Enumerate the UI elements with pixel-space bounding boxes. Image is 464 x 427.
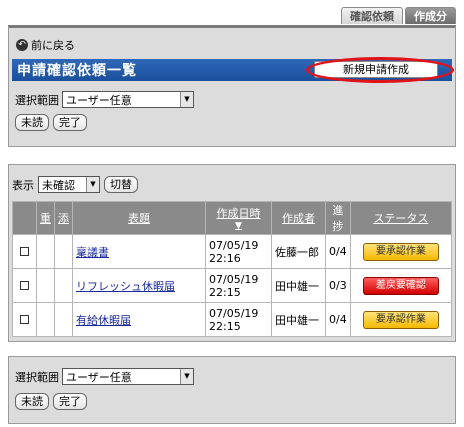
row-status-cell: 要承認作業 [349,234,453,269]
range-select[interactable]: ユーザー任意 ▼ [62,91,194,108]
row-checkbox-cell [12,268,37,303]
row-checkbox[interactable] [20,247,29,256]
row-checkbox-cell [12,302,37,337]
table-row: リフレッシュ休暇届 07/05/19 22:15 田中雄一 0/3 差戻要確認 [12,268,453,303]
chevron-down-icon: ▼ [180,369,193,384]
switch-button[interactable]: 切替 [104,176,138,193]
range-select-value: ユーザー任意 [66,93,132,107]
chevron-down-icon: ▼ [86,177,99,192]
row-date-time: 22:15 [209,319,241,333]
row-subject-link[interactable]: 稟議書 [76,246,109,259]
row-author: 佐藤一郎 [271,234,326,269]
row-dup [36,234,55,269]
row-author: 田中雄一 [271,302,326,337]
range-row: 選択範囲 ユーザー任意 ▼ [15,91,194,108]
range-row-bottom: 選択範囲 ユーザー任意 ▼ [15,368,194,385]
filter-row: 表示 未確認 ▼ 切替 [12,176,138,193]
range-label: 選択範囲 [15,370,59,384]
row-attach [54,302,73,337]
status-button[interactable]: 要承認作業 [362,242,439,261]
display-label: 表示 [12,178,34,192]
table-row: 有給休暇届 07/05/19 22:15 田中雄一 0/4 要承認作業 [12,302,453,337]
request-table: 重 添 表題 作成日時 ▼ 作成者 進捗 ステータス 稟議書 07/05/19 2… [12,201,453,337]
row-date: 07/05/19 22:15 [205,268,272,303]
back-arrow-icon: ↶ [16,39,28,51]
row-subject-link[interactable]: 有給休暇届 [76,314,131,327]
chevron-down-icon: ▼ [180,92,193,107]
row-date-day: 07/05/19 [209,306,259,320]
row-attach [54,268,73,303]
row-subject-cell: 稟議書 [72,234,206,269]
row-date: 07/05/19 22:15 [205,302,272,337]
sort-down-icon: ▼ [235,221,242,231]
row-progress: 0/4 [325,302,351,337]
done-button[interactable]: 完了 [53,114,87,131]
status-button[interactable]: 要承認作業 [362,310,439,329]
unread-button[interactable]: 未読 [15,393,49,410]
title-bar: 申請確認依頼一覧 新規申請作成 [12,59,452,81]
row-status-cell: 差戻要確認 [349,268,453,303]
header-subject[interactable]: 表題 [72,201,206,235]
header-panel: ↶ 前に戻る 申請確認依頼一覧 新規申請作成 選択範囲 ユーザー任意 ▼ 未読 … [8,25,456,147]
list-panel: 表示 未確認 ▼ 切替 重 添 表題 作成日時 ▼ 作成者 進捗 ステータス 稟… [8,164,456,342]
new-request-button[interactable]: 新規申請作成 [314,61,438,78]
header-dup[interactable]: 重 [36,201,55,235]
row-progress: 0/3 [325,268,351,303]
row-date-day: 07/05/19 [209,238,259,252]
row-status-cell: 要承認作業 [349,302,453,337]
row-date-time: 22:16 [209,251,241,265]
status-button[interactable]: 差戻要確認 [362,276,439,295]
back-link[interactable]: ↶ 前に戻る [16,37,75,53]
action-buttons: 未読 完了 [15,114,87,131]
page-title: 申請確認依頼一覧 [17,63,137,79]
header-created-label: 作成日時 [216,207,261,220]
table-row: 稟議書 07/05/19 22:16 佐藤一郎 0/4 要承認作業 [12,234,453,269]
header-checkbox [12,201,37,235]
row-subject-cell: 有給休暇届 [72,302,206,337]
header-status[interactable]: ステータス [349,201,453,235]
range-select[interactable]: ユーザー任意 ▼ [62,368,194,385]
range-label: 選択範囲 [15,93,59,107]
row-progress: 0/4 [325,234,351,269]
row-date: 07/05/19 22:16 [205,234,272,269]
row-checkbox-cell [12,234,37,269]
row-author: 田中雄一 [271,268,326,303]
display-select-value: 未確認 [42,178,75,192]
row-checkbox[interactable] [20,315,29,324]
row-subject-link[interactable]: リフレッシュ休暇届 [76,280,175,293]
header-created[interactable]: 作成日時 ▼ [205,201,272,235]
table-header-row: 重 添 表題 作成日時 ▼ 作成者 進捗 ステータス [12,201,453,235]
header-author[interactable]: 作成者 [271,201,326,235]
row-date-day: 07/05/19 [209,272,259,286]
header-progress: 進捗 [325,201,351,235]
display-select[interactable]: 未確認 ▼ [38,176,100,193]
back-label: 前に戻る [31,39,75,52]
tab-bar: 確認依頼 作成分 [341,7,456,24]
row-checkbox[interactable] [20,281,29,290]
action-buttons-bottom: 未読 完了 [15,393,87,410]
range-select-value: ユーザー任意 [66,370,132,384]
row-dup [36,268,55,303]
row-subject-cell: リフレッシュ休暇届 [72,268,206,303]
header-attach[interactable]: 添 [54,201,73,235]
bottom-panel: 選択範囲 ユーザー任意 ▼ 未読 完了 [8,356,456,424]
unread-button[interactable]: 未読 [15,114,49,131]
tab-confirm-requests[interactable]: 確認依頼 [341,7,403,24]
tab-created[interactable]: 作成分 [405,7,456,24]
row-attach [54,234,73,269]
done-button[interactable]: 完了 [53,393,87,410]
row-date-time: 22:15 [209,285,241,299]
row-dup [36,302,55,337]
